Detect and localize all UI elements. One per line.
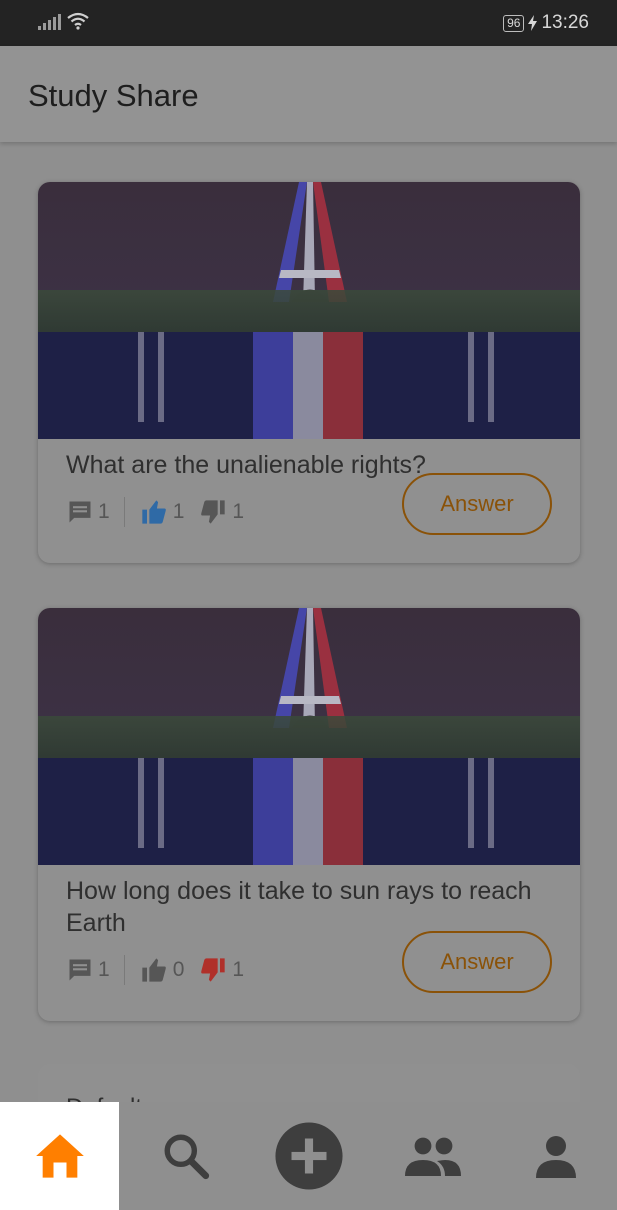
status-bar: 96 13:26: [0, 0, 617, 46]
app-bar: Study Share: [0, 46, 617, 142]
battery-indicator: 96: [503, 14, 525, 32]
dislike-count: 1: [232, 500, 245, 523]
question-image: [38, 608, 580, 865]
home-icon: [35, 1134, 84, 1178]
bottom-nav: [0, 1102, 617, 1210]
answer-button[interactable]: Answer: [402, 931, 552, 993]
status-right: 96 13:26: [503, 12, 589, 34]
dislike-icon[interactable]: [198, 956, 228, 984]
status-time: 13:26: [541, 12, 589, 33]
like-icon[interactable]: [139, 956, 169, 984]
comment-icon[interactable]: [66, 498, 94, 526]
nav-groups[interactable]: [371, 1102, 495, 1210]
question-image: [38, 182, 580, 439]
nav-profile[interactable]: [495, 1102, 617, 1210]
question-stats: 1 0 1: [66, 955, 258, 985]
stats-divider: [123, 955, 125, 985]
question-stats: 1 1 1: [66, 497, 258, 527]
comment-count: 1: [98, 958, 110, 981]
question-card[interactable]: What are the unalienable rights? 1 1 1 A…: [38, 182, 580, 563]
charging-icon: [528, 15, 538, 31]
comment-icon[interactable]: [66, 956, 94, 984]
nav-search[interactable]: [124, 1102, 248, 1210]
dislike-icon[interactable]: [198, 498, 228, 526]
like-count: 1: [172, 500, 185, 523]
comment-count: 1: [98, 500, 110, 523]
nav-add-question[interactable]: [247, 1102, 371, 1210]
signal-icon: [38, 12, 61, 30]
add-icon: [275, 1122, 343, 1190]
status-icons: [38, 12, 89, 30]
question-feed[interactable]: What are the unalienable rights? 1 1 1 A…: [0, 142, 617, 1102]
answer-button[interactable]: Answer: [402, 473, 552, 535]
nav-home[interactable]: [0, 1102, 119, 1210]
question-card[interactable]: How long does it take to sun rays to rea…: [38, 608, 580, 1021]
stats-divider: [123, 497, 125, 527]
like-count: 0: [172, 958, 185, 981]
question-text[interactable]: How long does it take to sun rays to rea…: [66, 875, 552, 939]
wifi-icon: [67, 12, 89, 30]
groups-icon: [405, 1137, 461, 1176]
question-text: Default: [66, 1094, 142, 1102]
like-icon[interactable]: [139, 498, 169, 526]
question-card[interactable]: Default: [38, 1064, 580, 1102]
dislike-count: 1: [232, 958, 245, 981]
search-icon: [164, 1134, 210, 1180]
page-title: Study Share: [28, 78, 199, 113]
profile-icon: [536, 1136, 576, 1178]
